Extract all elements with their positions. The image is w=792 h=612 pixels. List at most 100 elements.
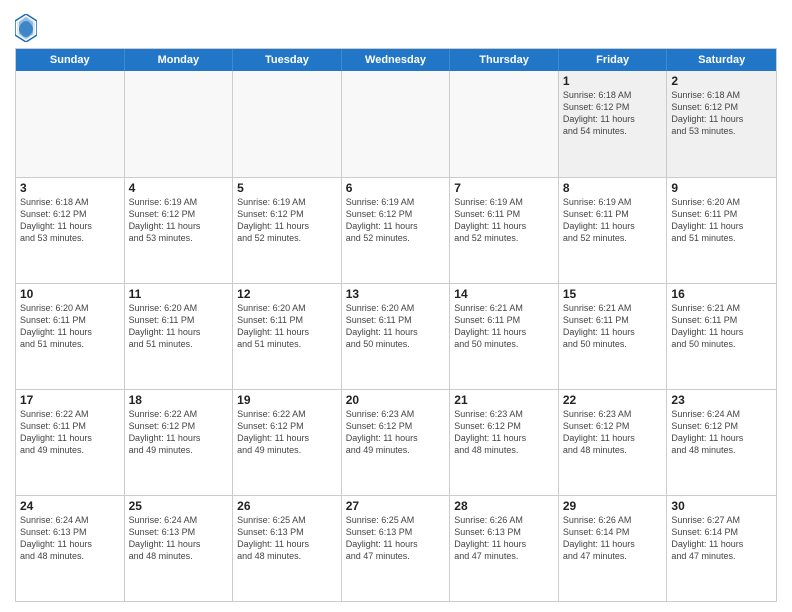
- page: SundayMondayTuesdayWednesdayThursdayFrid…: [0, 0, 792, 612]
- calendar-cell: 20Sunrise: 6:23 AMSunset: 6:12 PMDayligh…: [342, 390, 451, 495]
- calendar-row-3: 10 Sunrise: 6:20 AMSunset: 6:11 PMDayligh…: [16, 283, 776, 389]
- cell-detail: Sunrise: 6:20 AMSunset: 6:11 PMDaylight:…: [129, 302, 229, 351]
- day-number: 1: [563, 74, 663, 88]
- header-day-saturday: Saturday: [667, 49, 776, 71]
- calendar-row-1: 1Sunrise: 6:18 AMSunset: 6:12 PMDaylight…: [16, 71, 776, 177]
- calendar-cell: 19Sunrise: 6:22 AMSunset: 6:12 PMDayligh…: [233, 390, 342, 495]
- calendar-cell: 29Sunrise: 6:26 AMSunset: 6:14 PMDayligh…: [559, 496, 668, 601]
- cell-detail: Sunrise: 6:19 AMSunset: 6:11 PMDaylight:…: [454, 196, 554, 245]
- cell-detail: Sunrise: 6:21 AMSunset: 6:11 PMDaylight:…: [454, 302, 554, 351]
- cell-detail: Sunrise: 6:25 AMSunset: 6:13 PMDaylight:…: [346, 514, 446, 563]
- cell-detail: Sunrise: 6:23 AMSunset: 6:12 PMDaylight:…: [454, 408, 554, 457]
- calendar-cell: [16, 71, 125, 177]
- day-number: 13: [346, 287, 446, 301]
- day-number: 3: [20, 181, 120, 195]
- day-number: 15: [563, 287, 663, 301]
- day-number: 5: [237, 181, 337, 195]
- calendar-cell: 28Sunrise: 6:26 AMSunset: 6:13 PMDayligh…: [450, 496, 559, 601]
- cell-detail: Sunrise: 6:19 AMSunset: 6:12 PMDaylight:…: [346, 196, 446, 245]
- calendar-cell: 10Sunrise: 6:20 AMSunset: 6:11 PMDayligh…: [16, 284, 125, 389]
- logo: [15, 14, 41, 42]
- calendar-body: 1Sunrise: 6:18 AMSunset: 6:12 PMDaylight…: [16, 71, 776, 601]
- cell-detail: Sunrise: 6:18 AMSunset: 6:12 PMDaylight:…: [671, 89, 772, 138]
- cell-detail: Sunrise: 6:25 AMSunset: 6:13 PMDaylight:…: [237, 514, 337, 563]
- day-number: 20: [346, 393, 446, 407]
- cell-detail: Sunrise: 6:24 AMSunset: 6:12 PMDaylight:…: [671, 408, 772, 457]
- day-number: 8: [563, 181, 663, 195]
- calendar-cell: 9Sunrise: 6:20 AMSunset: 6:11 PMDaylight…: [667, 178, 776, 283]
- day-number: 28: [454, 499, 554, 513]
- day-number: 6: [346, 181, 446, 195]
- day-number: 9: [671, 181, 772, 195]
- calendar-cell: 13Sunrise: 6:20 AMSunset: 6:11 PMDayligh…: [342, 284, 451, 389]
- calendar-header: SundayMondayTuesdayWednesdayThursdayFrid…: [16, 49, 776, 71]
- cell-detail: Sunrise: 6:22 AMSunset: 6:11 PMDaylight:…: [20, 408, 120, 457]
- day-number: 23: [671, 393, 772, 407]
- day-number: 29: [563, 499, 663, 513]
- day-number: 26: [237, 499, 337, 513]
- calendar-cell: 18Sunrise: 6:22 AMSunset: 6:12 PMDayligh…: [125, 390, 234, 495]
- calendar-cell: 16Sunrise: 6:21 AMSunset: 6:11 PMDayligh…: [667, 284, 776, 389]
- header: [15, 10, 777, 42]
- logo-icon: [15, 14, 37, 42]
- header-day-monday: Monday: [125, 49, 234, 71]
- cell-detail: Sunrise: 6:18 AMSunset: 6:12 PMDaylight:…: [20, 196, 120, 245]
- day-number: 25: [129, 499, 229, 513]
- cell-detail: Sunrise: 6:22 AMSunset: 6:12 PMDaylight:…: [237, 408, 337, 457]
- cell-detail: Sunrise: 6:21 AMSunset: 6:11 PMDaylight:…: [563, 302, 663, 351]
- calendar-row-2: 3Sunrise: 6:18 AMSunset: 6:12 PMDaylight…: [16, 177, 776, 283]
- cell-detail: Sunrise: 6:23 AMSunset: 6:12 PMDaylight:…: [563, 408, 663, 457]
- calendar-cell: 15Sunrise: 6:21 AMSunset: 6:11 PMDayligh…: [559, 284, 668, 389]
- calendar-cell: 2Sunrise: 6:18 AMSunset: 6:12 PMDaylight…: [667, 71, 776, 177]
- calendar-cell: 5Sunrise: 6:19 AMSunset: 6:12 PMDaylight…: [233, 178, 342, 283]
- calendar-cell: 14Sunrise: 6:21 AMSunset: 6:11 PMDayligh…: [450, 284, 559, 389]
- calendar-cell: 12Sunrise: 6:20 AMSunset: 6:11 PMDayligh…: [233, 284, 342, 389]
- calendar-cell: 30Sunrise: 6:27 AMSunset: 6:14 PMDayligh…: [667, 496, 776, 601]
- calendar-cell: 22Sunrise: 6:23 AMSunset: 6:12 PMDayligh…: [559, 390, 668, 495]
- calendar-cell: 8Sunrise: 6:19 AMSunset: 6:11 PMDaylight…: [559, 178, 668, 283]
- calendar-row-5: 24Sunrise: 6:24 AMSunset: 6:13 PMDayligh…: [16, 495, 776, 601]
- calendar-cell: 24Sunrise: 6:24 AMSunset: 6:13 PMDayligh…: [16, 496, 125, 601]
- calendar-cell: 23Sunrise: 6:24 AMSunset: 6:12 PMDayligh…: [667, 390, 776, 495]
- day-number: 2: [671, 74, 772, 88]
- calendar-cell: [233, 71, 342, 177]
- header-day-friday: Friday: [559, 49, 668, 71]
- calendar-cell: [125, 71, 234, 177]
- calendar-cell: 7Sunrise: 6:19 AMSunset: 6:11 PMDaylight…: [450, 178, 559, 283]
- calendar-cell: [342, 71, 451, 177]
- header-day-thursday: Thursday: [450, 49, 559, 71]
- calendar: SundayMondayTuesdayWednesdayThursdayFrid…: [15, 48, 777, 602]
- cell-detail: Sunrise: 6:20 AMSunset: 6:11 PMDaylight:…: [346, 302, 446, 351]
- day-number: 11: [129, 287, 229, 301]
- day-number: 30: [671, 499, 772, 513]
- calendar-cell: 6Sunrise: 6:19 AMSunset: 6:12 PMDaylight…: [342, 178, 451, 283]
- cell-detail: Sunrise: 6:19 AMSunset: 6:12 PMDaylight:…: [129, 196, 229, 245]
- day-number: 21: [454, 393, 554, 407]
- cell-detail: Sunrise: 6:26 AMSunset: 6:14 PMDaylight:…: [563, 514, 663, 563]
- day-number: 24: [20, 499, 120, 513]
- day-number: 19: [237, 393, 337, 407]
- day-number: 14: [454, 287, 554, 301]
- cell-detail: Sunrise: 6:27 AMSunset: 6:14 PMDaylight:…: [671, 514, 772, 563]
- calendar-cell: 17Sunrise: 6:22 AMSunset: 6:11 PMDayligh…: [16, 390, 125, 495]
- calendar-cell: 26Sunrise: 6:25 AMSunset: 6:13 PMDayligh…: [233, 496, 342, 601]
- day-number: 16: [671, 287, 772, 301]
- header-day-sunday: Sunday: [16, 49, 125, 71]
- cell-detail: Sunrise: 6:21 AMSunset: 6:11 PMDaylight:…: [671, 302, 772, 351]
- cell-detail: Sunrise: 6:22 AMSunset: 6:12 PMDaylight:…: [129, 408, 229, 457]
- day-number: 12: [237, 287, 337, 301]
- cell-detail: Sunrise: 6:18 AMSunset: 6:12 PMDaylight:…: [563, 89, 663, 138]
- cell-detail: Sunrise: 6:19 AMSunset: 6:12 PMDaylight:…: [237, 196, 337, 245]
- cell-detail: Sunrise: 6:23 AMSunset: 6:12 PMDaylight:…: [346, 408, 446, 457]
- header-day-wednesday: Wednesday: [342, 49, 451, 71]
- cell-detail: Sunrise: 6:20 AMSunset: 6:11 PMDaylight:…: [237, 302, 337, 351]
- cell-detail: Sunrise: 6:26 AMSunset: 6:13 PMDaylight:…: [454, 514, 554, 563]
- day-number: 4: [129, 181, 229, 195]
- day-number: 7: [454, 181, 554, 195]
- calendar-cell: 25Sunrise: 6:24 AMSunset: 6:13 PMDayligh…: [125, 496, 234, 601]
- calendar-cell: 27Sunrise: 6:25 AMSunset: 6:13 PMDayligh…: [342, 496, 451, 601]
- calendar-cell: [450, 71, 559, 177]
- day-number: 10: [20, 287, 120, 301]
- calendar-cell: 21Sunrise: 6:23 AMSunset: 6:12 PMDayligh…: [450, 390, 559, 495]
- calendar-cell: 3Sunrise: 6:18 AMSunset: 6:12 PMDaylight…: [16, 178, 125, 283]
